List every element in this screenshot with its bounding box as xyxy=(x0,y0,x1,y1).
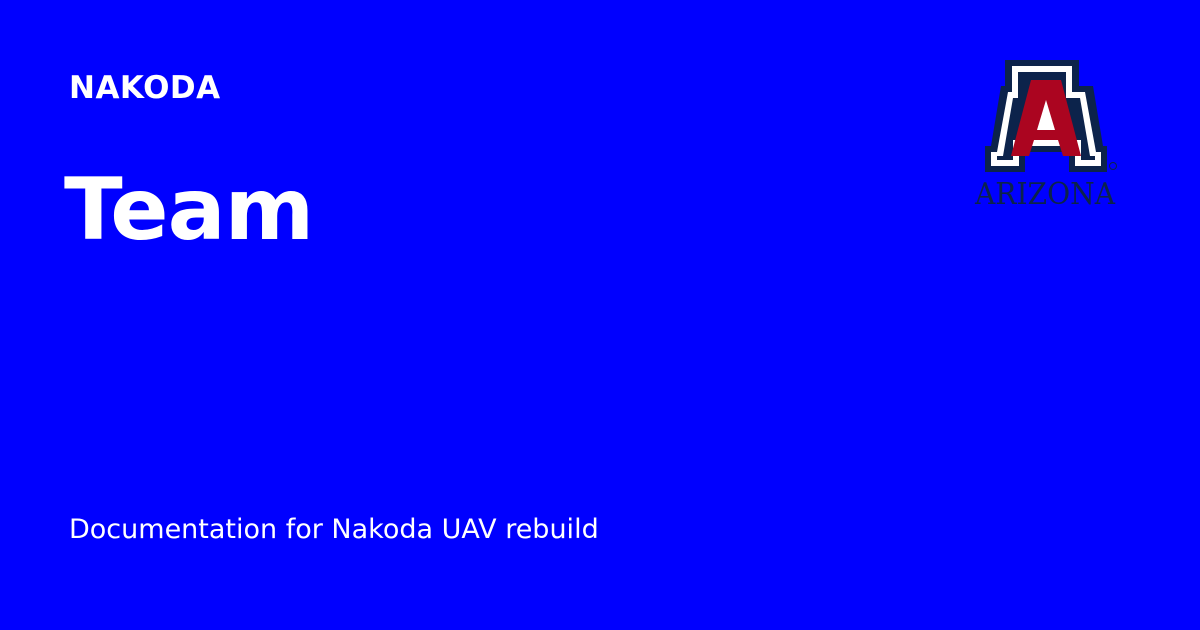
site-name: NAKODA xyxy=(69,70,221,106)
university-of-arizona-a-logo-icon: ARIZONA xyxy=(974,60,1117,212)
logo-wordmark: ARIZONA xyxy=(974,177,1115,212)
logo-registered-mark xyxy=(1109,162,1117,170)
page-title: Team xyxy=(64,160,314,260)
page-description: Documentation for Nakoda UAV rebuild xyxy=(69,514,599,545)
